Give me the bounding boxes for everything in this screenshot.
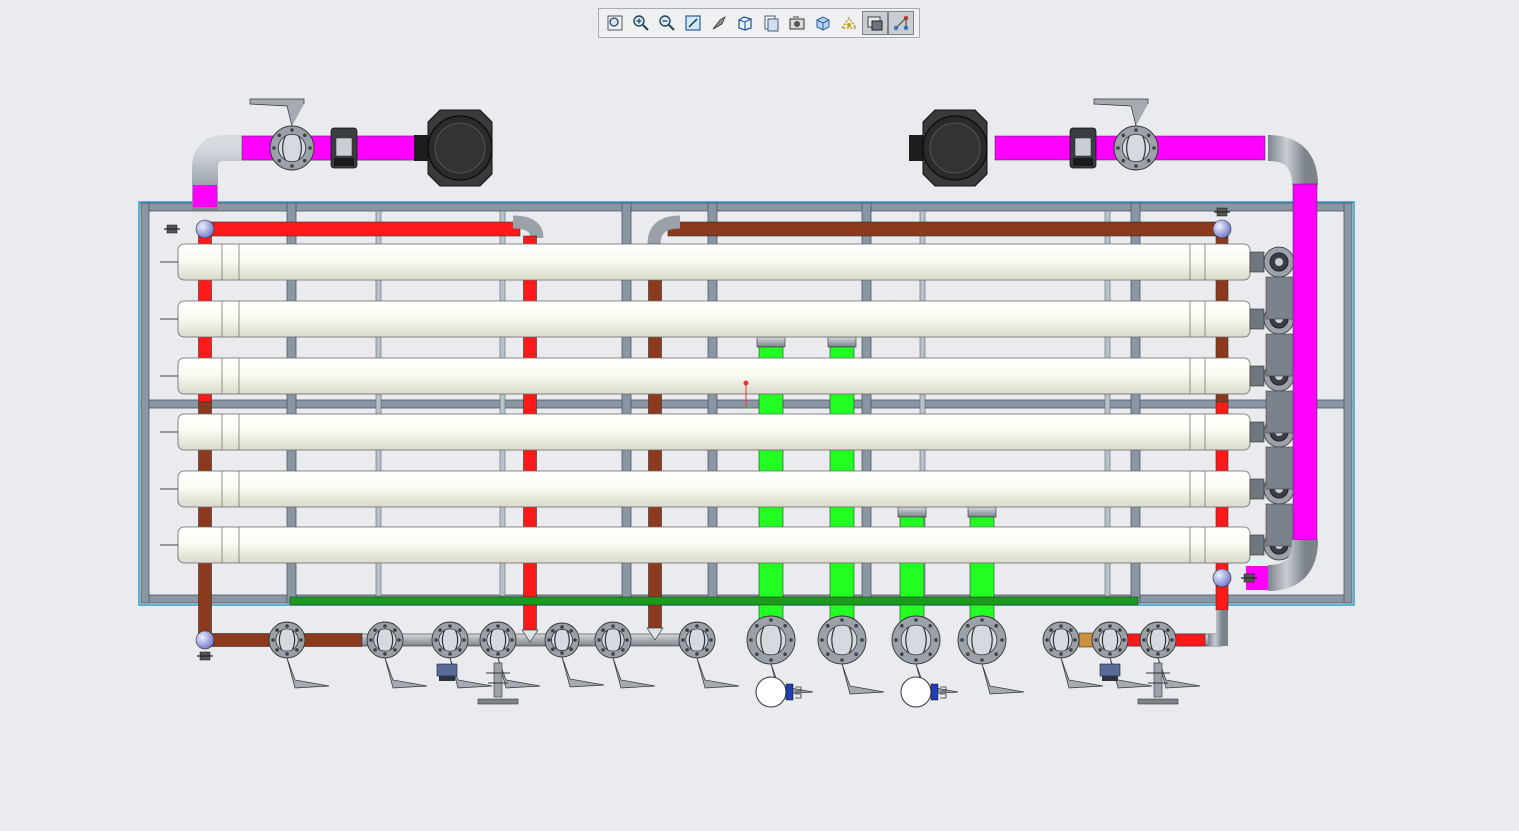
bottom-valve — [678, 621, 740, 689]
red-header-pipe — [204, 221, 521, 237]
membrane-vessel — [160, 300, 1295, 338]
permeate-coupling — [967, 506, 997, 518]
valve-lever — [981, 663, 1025, 695]
permeate-valve — [817, 615, 885, 695]
permeate-coupling — [756, 336, 786, 348]
pipe-tee-joint — [1212, 568, 1232, 588]
membrane-vessel — [160, 413, 1295, 451]
cad-viewport[interactable] — [0, 0, 1519, 831]
pipe-tee-joint — [195, 630, 215, 650]
pipe-elbow — [1208, 610, 1228, 646]
valve-lever — [612, 657, 656, 689]
end-manifold — [1265, 333, 1295, 377]
actuator-right — [1069, 127, 1097, 169]
valve-lever — [696, 657, 740, 689]
pump-right — [909, 109, 988, 187]
membrane-vessel — [160, 470, 1295, 508]
membrane-vessel — [160, 357, 1295, 395]
actuator-left — [330, 127, 358, 169]
membrane-vessel — [160, 243, 1295, 281]
pipe-tee-joint — [195, 219, 215, 239]
membrane-vessel — [160, 526, 1295, 564]
bottom-valve — [1139, 621, 1201, 689]
feed-elbow-right — [1267, 135, 1318, 186]
brown-header-pipe — [667, 221, 1223, 237]
permeate-valve — [957, 615, 1025, 695]
feed-riser-right — [1292, 183, 1318, 541]
permeate-coupling — [897, 506, 927, 518]
pump-left — [414, 109, 493, 187]
pump-flange — [414, 135, 428, 161]
valve-lever — [249, 98, 305, 127]
valve-lever — [1093, 98, 1149, 127]
permeate-coupling — [827, 336, 857, 348]
pump-flange — [909, 135, 923, 161]
frame-left-post — [140, 202, 150, 604]
valve-lever — [561, 656, 605, 688]
bottom-valve — [594, 621, 656, 689]
drain-valve — [197, 651, 213, 661]
brass-fitting — [1078, 632, 1094, 648]
frame-right-post — [1343, 202, 1353, 604]
pipe-tee-joint — [1212, 219, 1232, 239]
end-manifold — [1265, 446, 1295, 490]
valve-lever — [286, 657, 330, 689]
bottom-valve — [268, 621, 330, 689]
valve-lever — [841, 663, 885, 695]
drain-valve — [164, 224, 180, 234]
valve-lever — [1060, 657, 1104, 689]
frame-top-beam — [140, 202, 1353, 212]
bottom-valve — [544, 622, 605, 688]
end-manifold — [1265, 390, 1295, 434]
end-manifold — [1265, 503, 1295, 547]
feed-pipe-left — [241, 135, 419, 161]
bottom-valve — [366, 621, 428, 689]
valve-lever — [384, 657, 428, 689]
solenoid-valve — [1099, 663, 1121, 681]
end-manifold — [1265, 276, 1295, 320]
origin-point — [743, 380, 749, 386]
solenoid-valve — [436, 663, 458, 681]
green-base-rail — [289, 596, 1139, 606]
feed-pipe-left-down — [193, 185, 217, 207]
